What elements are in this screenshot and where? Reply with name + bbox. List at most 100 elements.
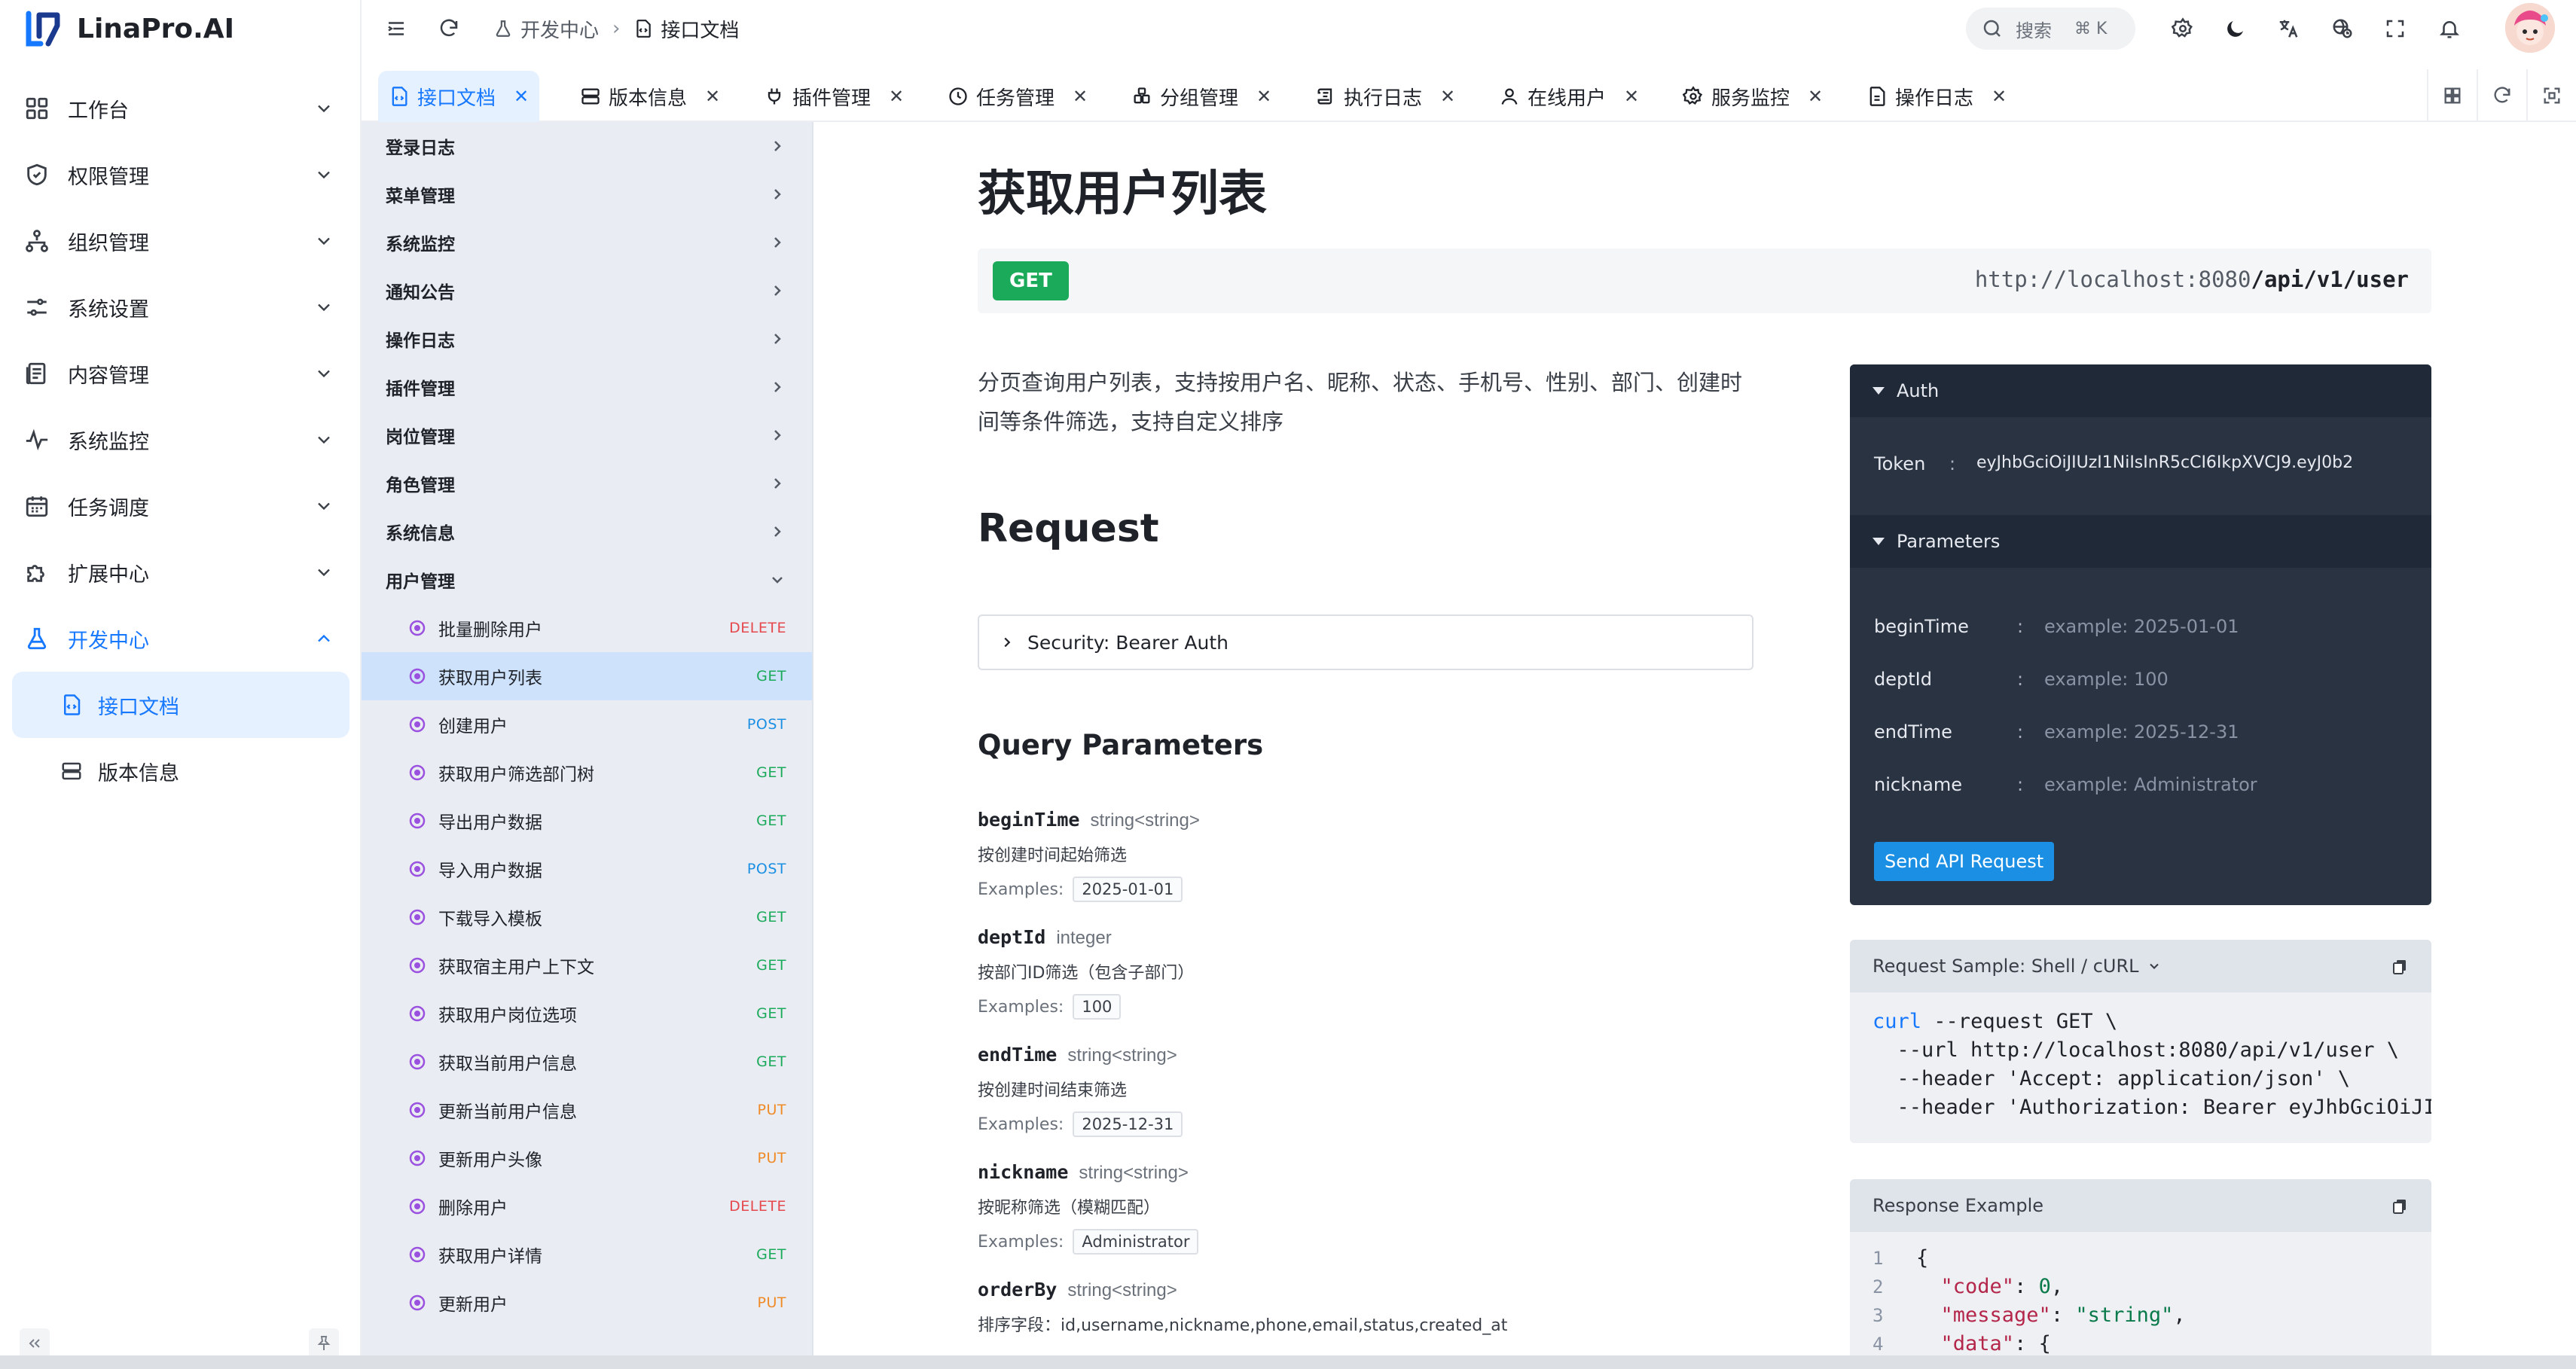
api-operation-item[interactable]: 获取用户列表 GET: [362, 652, 812, 700]
token-input[interactable]: eyJhbGciOiJIUzI1NiIsInR5cCI6IkpXVCJ9.eyJ…: [1976, 453, 2353, 474]
api-operation-item[interactable]: 获取当前用户信息 GET: [362, 1038, 812, 1086]
fullscreen-button[interactable]: [2382, 15, 2409, 42]
sample-language-select[interactable]: Request Sample: Shell / cURL: [1850, 940, 2431, 992]
sidebar-subitem-version[interactable]: 版本信息: [12, 738, 349, 804]
api-operation-item[interactable]: 获取用户筛选部门树 GET: [362, 749, 812, 797]
tab-close-button[interactable]: ✕: [1440, 86, 1455, 107]
param-field-input[interactable]: example: 2025-12-31: [2044, 721, 2239, 742]
param-name: deptId: [978, 926, 1046, 948]
sidebar-item-organization[interactable]: 组织管理: [0, 208, 362, 274]
api-group[interactable]: 角色管理: [362, 459, 812, 508]
api-group[interactable]: 通知公告: [362, 267, 812, 315]
api-operation-item[interactable]: 下载导入模板 GET: [362, 893, 812, 941]
tab-groups[interactable]: 分组管理 ✕: [1121, 71, 1282, 122]
param-examples: Examples: 2025-01-01: [978, 877, 1731, 902]
refresh-button[interactable]: [435, 15, 462, 42]
collapse-sidebar-button[interactable]: [20, 1328, 50, 1358]
sidebar-item-settings[interactable]: 系统设置: [0, 274, 362, 340]
api-operation-item[interactable]: 更新用户头像 PUT: [362, 1134, 812, 1182]
api-operation-item[interactable]: 创建用户 POST: [362, 700, 812, 749]
tab-maximize-button[interactable]: [2526, 69, 2576, 122]
query-param: deptId integer 按部门ID筛选（包含子部门） Examples: 100: [978, 926, 1731, 1020]
chevron-down-icon: [318, 105, 330, 113]
api-operation-item[interactable]: 批量删除用户 DELETE: [362, 604, 812, 652]
api-operation-item[interactable]: 更新当前用户信息 PUT: [362, 1086, 812, 1134]
api-group[interactable]: 菜单管理: [362, 170, 812, 218]
api-operation-item[interactable]: 导入用户数据 POST: [362, 845, 812, 893]
sidebar-item-scheduler[interactable]: 任务调度: [0, 473, 362, 539]
sidebar-subitem-api-docs[interactable]: 接口文档: [12, 672, 349, 738]
tab-close-button[interactable]: ✕: [889, 86, 904, 107]
search-button[interactable]: 搜索 ⌘ K: [1966, 8, 2135, 50]
api-operation-item[interactable]: 导出用户数据 GET: [362, 797, 812, 845]
tab-layout-button[interactable]: [2427, 69, 2477, 122]
api-group[interactable]: 操作日志: [362, 315, 812, 363]
param-field-input[interactable]: example: Administrator: [2044, 774, 2257, 795]
copy-icon[interactable]: [2391, 1197, 2409, 1215]
theme-toggle-button[interactable]: [2222, 15, 2249, 42]
example-chip: 2025-01-01: [1073, 877, 1183, 902]
sidebar-item-extensions[interactable]: 扩展中心: [0, 539, 362, 605]
tab-service-monitor[interactable]: 服务监控 ✕: [1672, 71, 1833, 122]
tab-close-button[interactable]: ✕: [1808, 86, 1823, 107]
notifications-button[interactable]: [2436, 15, 2463, 42]
api-operation-item[interactable]: 更新用户 PUT: [362, 1279, 812, 1327]
security-accordion[interactable]: Security: Bearer Auth: [978, 614, 1753, 670]
horizontal-scrollbar[interactable]: [0, 1355, 2576, 1369]
api-operation-item[interactable]: 获取用户详情 GET: [362, 1230, 812, 1279]
chevron-down-icon: [318, 436, 330, 444]
api-operation-item[interactable]: 删除用户 DELETE: [362, 1182, 812, 1230]
curl-command: curl: [1872, 1010, 1922, 1033]
param-field-input[interactable]: example: 100: [2044, 669, 2169, 690]
language-button[interactable]: [2275, 15, 2302, 42]
tab-plugins[interactable]: 插件管理 ✕: [753, 71, 914, 122]
tab-close-button[interactable]: ✕: [1624, 86, 1639, 107]
timezone-button[interactable]: [2329, 15, 2356, 42]
preferences-button[interactable]: [2169, 15, 2196, 42]
params-section-toggle[interactable]: Parameters: [1850, 515, 2431, 568]
api-group[interactable]: 登录日志: [362, 122, 812, 170]
app-logo[interactable]: LinaPro.AI: [23, 8, 234, 50]
tab-refresh-button[interactable]: [2477, 69, 2526, 122]
sidebar-item-monitor[interactable]: 系统监控: [0, 407, 362, 473]
tab-online-users[interactable]: 在线用户 ✕: [1488, 71, 1650, 122]
api-group[interactable]: 系统监控: [362, 218, 812, 267]
tab-close-button[interactable]: ✕: [1992, 86, 2007, 107]
copy-icon[interactable]: [2391, 958, 2409, 976]
line-numbers: 1 2 3 4: [1872, 1244, 1883, 1358]
chevron-right-icon: [774, 237, 781, 248]
tab-close-button[interactable]: ✕: [1256, 86, 1271, 107]
sidebar-item-workbench[interactable]: 工作台: [0, 75, 362, 142]
api-group[interactable]: 插件管理: [362, 363, 812, 411]
examples-label: Examples:: [978, 880, 1064, 899]
tab-version-info[interactable]: 版本信息 ✕: [569, 71, 731, 122]
sidebar-item-permissions[interactable]: 权限管理: [0, 142, 362, 208]
user-avatar[interactable]: [2505, 3, 2555, 53]
tab-api-docs[interactable]: 接口文档 ✕: [378, 71, 540, 122]
breadcrumb-item[interactable]: 开发中心: [520, 15, 599, 43]
api-group[interactable]: 用户管理: [362, 556, 812, 604]
sidebar-item-content[interactable]: 内容管理: [0, 340, 362, 407]
tab-close-button[interactable]: ✕: [514, 86, 529, 107]
api-operation-label: 下载导入模板: [438, 910, 542, 929]
param-field-input[interactable]: example: 2025-01-01: [2044, 616, 2239, 637]
auth-section-toggle[interactable]: Auth: [1850, 364, 2431, 417]
pin-sidebar-button[interactable]: [309, 1328, 339, 1358]
api-group[interactable]: 系统信息: [362, 508, 812, 556]
api-group[interactable]: 岗位管理: [362, 411, 812, 459]
tab-close-button[interactable]: ✕: [1073, 86, 1088, 107]
tab-tasks[interactable]: 任务管理 ✕: [937, 71, 1098, 122]
api-operation-item[interactable]: 获取宿主用户上下文 GET: [362, 941, 812, 989]
chevron-down-icon: [318, 502, 330, 511]
api-operation-item[interactable]: 获取用户岗位选项 GET: [362, 989, 812, 1038]
tab-close-button[interactable]: ✕: [705, 86, 720, 107]
operation-target-icon: [409, 813, 426, 829]
send-api-request-button[interactable]: Send API Request: [1874, 842, 2055, 881]
tab-operation-log[interactable]: 操作日志 ✕: [1856, 71, 2017, 122]
menu-toggle-button[interactable]: [383, 15, 410, 42]
sidebar-item-dev-center[interactable]: 开发中心: [0, 605, 362, 672]
url-path: /api/v1/user: [2251, 267, 2409, 292]
query-param: endTime string<string> 按创建时间结束筛选 Examples: 2…: [978, 1044, 1731, 1137]
api-group-label: 插件管理: [386, 380, 455, 399]
tab-exec-log[interactable]: 执行日志 ✕: [1305, 71, 1466, 122]
